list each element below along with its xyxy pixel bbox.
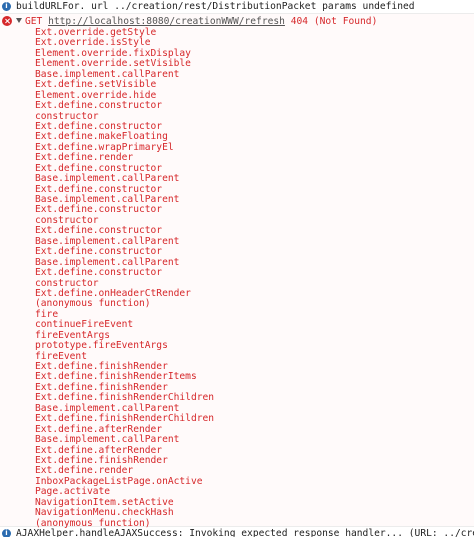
stack-frame: Ext.define.constructor xyxy=(35,100,163,112)
info-icon: i xyxy=(2,529,11,537)
console-message-text: buildURLFor. url ../creation/rest/Distri… xyxy=(16,1,415,12)
stack-frame: Base.implement.callParent xyxy=(35,173,180,185)
devtools-console: i buildURLFor. url ../creation/rest/Dist… xyxy=(0,0,474,537)
stack-frame: NavigationMenu.checkHash xyxy=(35,507,174,519)
stack-frame: (anonymous function) xyxy=(35,298,151,310)
console-message-info[interactable]: i AJAXHelper.handleAJAXSuccess: Invoking… xyxy=(0,527,474,537)
stack-frame: Base.implement.callParent xyxy=(35,434,180,446)
request-url-link[interactable]: http://localhost:8080/creationWWW/refres… xyxy=(48,16,285,27)
error-header: GET http://localhost:8080/creationWWW/re… xyxy=(16,16,377,27)
console-message-text: AJAXHelper.handleAJAXSuccess: Invoking e… xyxy=(16,528,474,537)
error-icon-wrapper xyxy=(2,16,12,26)
console-message-error[interactable]: GET http://localhost:8080/creationWWW/re… xyxy=(0,14,474,529)
request-status: 404 (Not Found) xyxy=(290,16,378,27)
stack-trace: Ext.override.getStyle Ext.override.isStyl… xyxy=(35,27,214,529)
expand-triangle-icon[interactable] xyxy=(16,18,22,23)
error-icon xyxy=(2,16,12,26)
info-icon: i xyxy=(2,2,11,11)
request-method: GET xyxy=(25,16,43,27)
info-icon-wrapper: i xyxy=(2,2,12,12)
stack-frame: prototype.fireEventArgs xyxy=(35,340,168,352)
stack-frame: Ext.define.constructor xyxy=(35,267,163,279)
console-message-info[interactable]: i buildURLFor. url ../creation/rest/Dist… xyxy=(0,0,474,14)
info-icon-wrapper: i xyxy=(2,529,12,537)
